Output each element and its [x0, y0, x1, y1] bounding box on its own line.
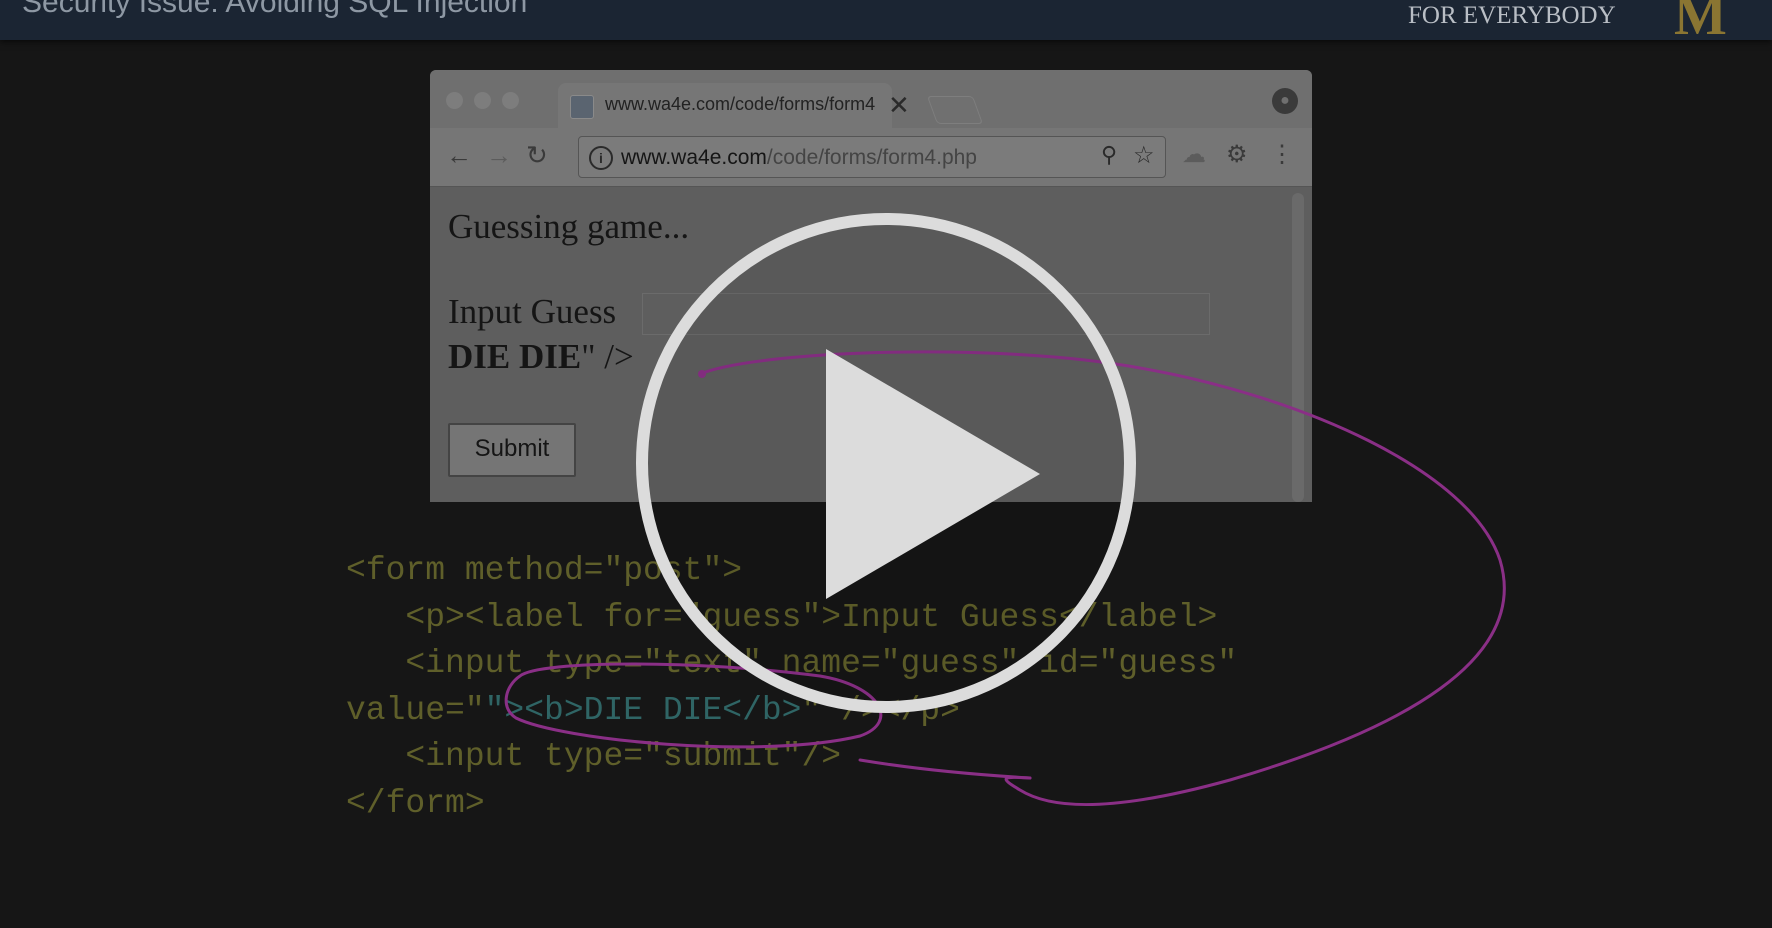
star-icon: ☆: [1133, 142, 1155, 169]
injected-output: DIE DIE" />: [448, 337, 634, 377]
address-bar: i www.wa4e.com/code/forms/form4.php ⚲ ☆: [578, 136, 1166, 178]
code-line: </form>: [346, 784, 485, 822]
browser-toolbar: ← → ↻ i www.wa4e.com/code/forms/form4.ph…: [430, 128, 1312, 187]
window-close-dot: [446, 92, 463, 109]
tab-strip: www.wa4e.com/code/forms/form4.php ✕ ●: [430, 70, 1312, 128]
reload-icon: ↻: [526, 140, 548, 170]
guess-label: Input Guess: [448, 292, 617, 331]
tab-title: www.wa4e.com/code/forms/form4.php: [605, 94, 875, 114]
extension-icon: ☁: [1182, 141, 1206, 168]
url-host: www.wa4e.com: [621, 146, 767, 169]
brand-text: FOR EVERYBODY: [1408, 2, 1616, 29]
code-line: <input type="submit"/>: [346, 738, 842, 775]
gear-icon: ⚙: [1226, 141, 1248, 168]
injected-bold-text: DIE DIE: [448, 337, 582, 376]
url-path: /code/forms/form4.php: [766, 146, 977, 169]
address-url: www.wa4e.com/code/forms/form4.php: [621, 146, 977, 170]
favicon-icon: [570, 95, 594, 119]
tab-close-icon: ✕: [888, 90, 910, 120]
forward-arrow-icon: →: [486, 140, 512, 170]
window-minimize-dot: [474, 92, 491, 109]
play-button[interactable]: [636, 213, 1136, 713]
slide-header: Security Issue: Avoiding SQL Injection F…: [0, 0, 1772, 47]
window-zoom-dot: [502, 92, 519, 109]
university-logo: M: [1674, 0, 1727, 47]
code-line: value=": [346, 691, 485, 729]
injected-tail-text: " />: [581, 337, 634, 376]
play-icon: [826, 349, 1040, 599]
new-tab-button: [926, 96, 984, 124]
slide-title: Security Issue: Avoiding SQL Injection: [22, 0, 528, 19]
kebab-menu-icon: ⋮: [1270, 141, 1294, 168]
back-arrow-icon: ←: [446, 140, 472, 170]
profile-icon: ●: [1272, 88, 1298, 114]
submit-button: Submit: [448, 423, 576, 477]
info-icon: i: [589, 146, 613, 170]
zoom-icon: ⚲: [1101, 142, 1118, 167]
scrollbar: [1292, 193, 1304, 502]
